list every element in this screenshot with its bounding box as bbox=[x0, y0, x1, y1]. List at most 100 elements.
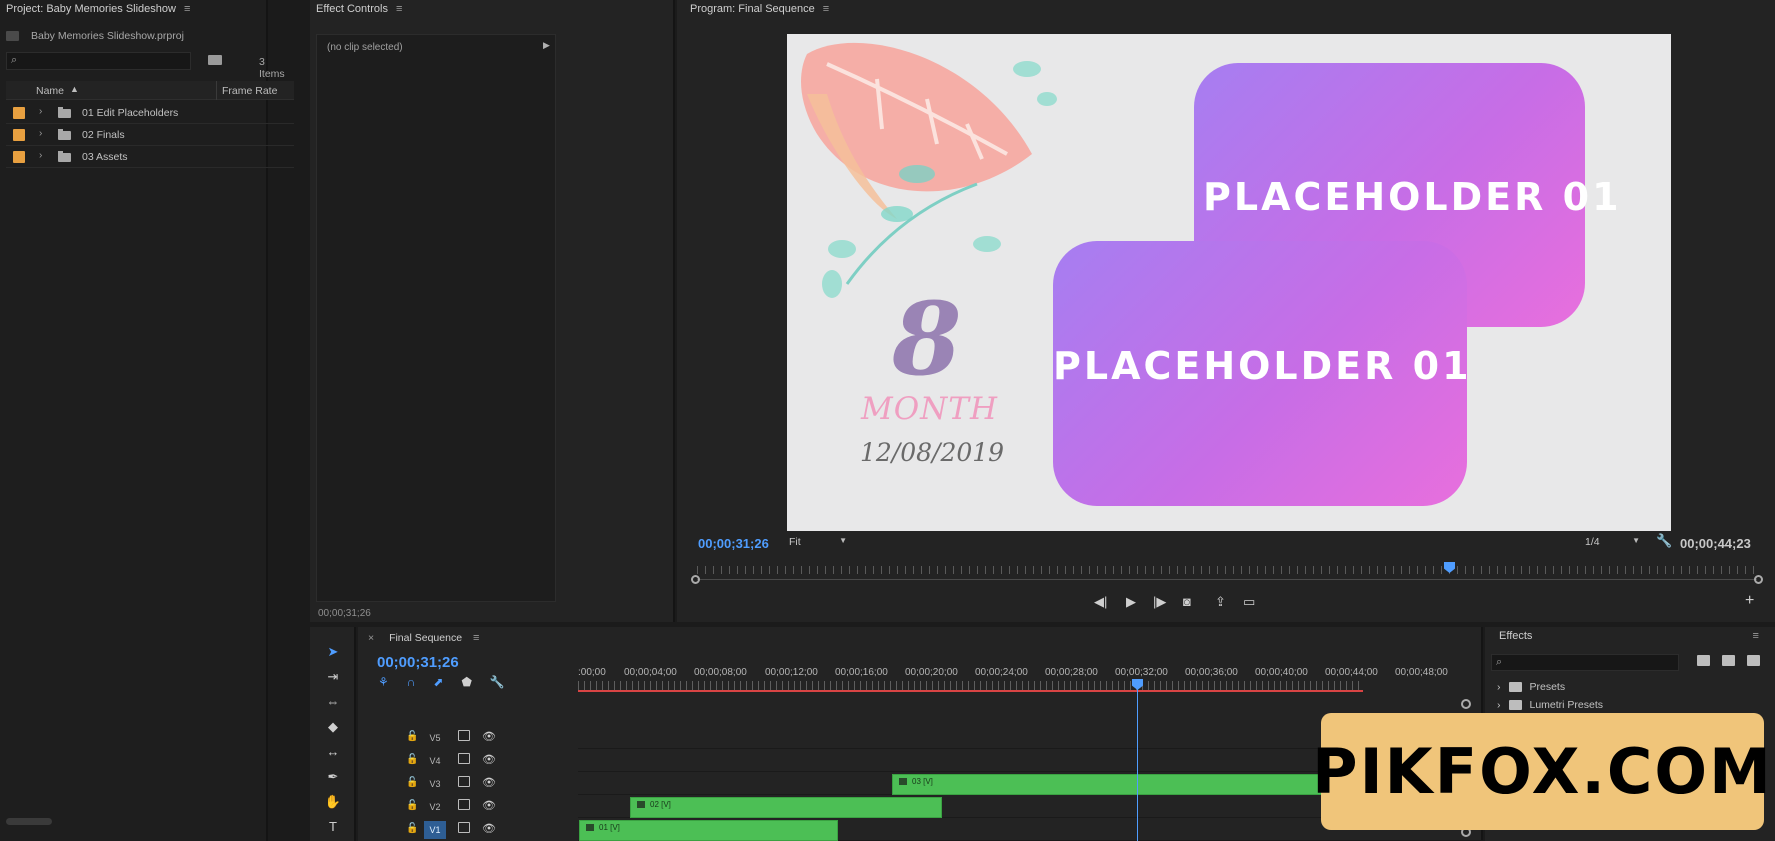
playback-resolution-select[interactable]: 1/4 ▼ bbox=[1585, 536, 1640, 548]
hamburger-menu-icon[interactable]: ≡ bbox=[823, 3, 829, 15]
column-frame-rate[interactable]: Frame Rate bbox=[222, 85, 277, 97]
chevron-right-icon[interactable]: › bbox=[39, 106, 42, 117]
close-icon[interactable]: × bbox=[368, 632, 374, 644]
eye-icon[interactable]: 👁 bbox=[482, 822, 496, 835]
sequence-tools: ⚘ ∩ ⬈ ⬟ 🔧 bbox=[378, 675, 505, 689]
chevron-right-icon[interactable]: › bbox=[39, 128, 42, 139]
timeline-settings-wrench-icon[interactable]: 🔧 bbox=[490, 675, 505, 689]
horizontal-scrollbar[interactable] bbox=[6, 818, 52, 825]
track-name[interactable]: V2 bbox=[424, 798, 446, 816]
chevron-right-icon[interactable]: › bbox=[1497, 681, 1501, 693]
lock-icon[interactable]: 🔓 bbox=[406, 731, 418, 742]
lock-icon[interactable]: 🔓 bbox=[406, 823, 418, 834]
add-marker-icon[interactable]: ⬟ bbox=[461, 675, 471, 689]
timeline-clip[interactable]: 02 [V] bbox=[630, 797, 942, 818]
lock-icon[interactable]: 🔓 bbox=[406, 754, 418, 765]
project-file-icon bbox=[6, 31, 19, 41]
eye-icon[interactable]: 👁 bbox=[482, 799, 496, 812]
bin-row[interactable]: › 03 Assets bbox=[6, 146, 294, 168]
effects-item[interactable]: › Lumetri Presets bbox=[1497, 699, 1603, 711]
zoom-fit-select[interactable]: Fit ▼ bbox=[789, 536, 847, 548]
slip-tool-icon[interactable]: ↔ bbox=[324, 743, 342, 761]
column-name[interactable]: Name bbox=[36, 85, 64, 97]
effects-item[interactable]: › Presets bbox=[1497, 681, 1565, 693]
effect-controls-header[interactable]: Effect Controls ≡ bbox=[310, 0, 673, 18]
new-bin-icon[interactable] bbox=[208, 55, 222, 65]
eye-icon[interactable]: 👁 bbox=[482, 753, 496, 766]
vertical-zoom-handle[interactable] bbox=[1461, 699, 1471, 709]
track-name[interactable]: V5 bbox=[424, 729, 446, 747]
accelerated-effects-icon[interactable] bbox=[1697, 655, 1710, 666]
snap-magnet-icon[interactable]: ∩ bbox=[407, 675, 416, 689]
render-bar bbox=[578, 690, 1363, 692]
track-name[interactable]: V4 bbox=[424, 752, 446, 770]
track-name[interactable]: V3 bbox=[424, 775, 446, 793]
pen-tool-icon[interactable]: ✒ bbox=[324, 768, 342, 786]
effect-controls-timecode: 00;00;31;26 bbox=[318, 608, 371, 619]
sync-lock-icon[interactable] bbox=[458, 776, 470, 787]
program-monitor-header[interactable]: Program: Final Sequence ≡ bbox=[677, 0, 1775, 18]
zoom-handle-right[interactable] bbox=[1754, 575, 1763, 584]
hamburger-menu-icon[interactable]: ≡ bbox=[184, 3, 190, 15]
hand-tool-icon[interactable]: ✋ bbox=[324, 793, 342, 811]
sync-lock-icon[interactable] bbox=[458, 822, 470, 833]
ripple-edit-tool-icon[interactable]: ⇔ bbox=[324, 693, 342, 711]
bin-row[interactable]: › 01 Edit Placeholders bbox=[6, 102, 294, 124]
hamburger-menu-icon[interactable]: ≡ bbox=[473, 632, 479, 644]
razor-tool-icon[interactable]: ◆ bbox=[324, 718, 342, 736]
program-video-frame[interactable]: PLACEHOLDER 01 PLACEHOLDER 01 8 MONTH 12… bbox=[787, 34, 1671, 531]
timeline-time-ruler[interactable] bbox=[578, 681, 1363, 690]
selection-tool-icon[interactable]: ➤ bbox=[324, 643, 342, 661]
nest-toggle-icon[interactable]: ⚘ bbox=[378, 675, 389, 689]
timeline-playhead-line[interactable] bbox=[1137, 682, 1138, 841]
project-search-input[interactable]: ⌕ bbox=[6, 52, 191, 70]
sequence-timecode[interactable]: 00;00;31;26 bbox=[377, 654, 459, 671]
zoom-scrollbar[interactable] bbox=[697, 579, 1757, 580]
yuv-effects-icon[interactable] bbox=[1747, 655, 1760, 666]
effects-panel-header[interactable]: Effects ≡ bbox=[1485, 627, 1775, 645]
track-select-tool-icon[interactable]: ⇥ bbox=[324, 668, 342, 686]
export-frame-camera-icon[interactable]: ◙ bbox=[1183, 594, 1191, 609]
button-editor-icon[interactable]: ⇪ bbox=[1215, 594, 1226, 610]
chevron-right-icon[interactable]: › bbox=[1497, 699, 1501, 711]
eye-icon[interactable]: 👁 bbox=[482, 730, 496, 743]
effect-controls-panel: Effect Controls ≡ (no clip selected) ▶ 0… bbox=[310, 0, 675, 622]
column-separator[interactable] bbox=[216, 81, 217, 100]
sync-lock-icon[interactable] bbox=[458, 730, 470, 741]
hamburger-menu-icon[interactable]: ≡ bbox=[396, 3, 402, 15]
track-header-v1: 🔓 V1 👁 bbox=[358, 819, 578, 841]
sync-lock-icon[interactable] bbox=[458, 799, 470, 810]
eye-icon[interactable]: 👁 bbox=[482, 776, 496, 789]
lock-icon[interactable]: 🔓 bbox=[406, 800, 418, 811]
program-time-ruler[interactable] bbox=[697, 566, 1757, 574]
chevron-right-icon[interactable]: › bbox=[39, 150, 42, 161]
clip-name: 02 [V] bbox=[650, 800, 671, 809]
step-forward-icon[interactable]: |▶ bbox=[1153, 594, 1166, 610]
type-tool-icon[interactable]: T bbox=[324, 818, 342, 836]
hamburger-menu-icon[interactable]: ≡ bbox=[1752, 630, 1758, 642]
add-button-icon[interactable]: + bbox=[1745, 592, 1754, 610]
play-arrow-icon[interactable]: ▶ bbox=[543, 40, 550, 51]
effects-search-input[interactable]: ⌕ bbox=[1491, 654, 1679, 671]
track-header-v3: 🔓 V3 👁 bbox=[358, 773, 578, 795]
track-name-targeted[interactable]: V1 bbox=[424, 821, 446, 839]
sync-lock-icon[interactable] bbox=[458, 753, 470, 764]
sort-ascending-icon[interactable]: ▲ bbox=[70, 84, 79, 94]
lock-icon[interactable]: 🔓 bbox=[406, 777, 418, 788]
timeline-clip[interactable]: 01 [V] bbox=[579, 820, 838, 841]
folder-icon bbox=[58, 107, 71, 118]
resolution-value: 1/4 bbox=[1585, 536, 1600, 548]
time-ruler-label: 00;00;44;00 bbox=[1325, 667, 1378, 678]
program-current-timecode[interactable]: 00;00;31;26 bbox=[698, 536, 769, 551]
wrench-icon[interactable]: 🔧 bbox=[1656, 533, 1672, 549]
zoom-handle-left[interactable] bbox=[691, 575, 700, 584]
safe-margins-icon[interactable]: ▭ bbox=[1243, 594, 1255, 610]
32bit-effects-icon[interactable] bbox=[1722, 655, 1735, 666]
linked-selection-icon[interactable]: ⬈ bbox=[433, 675, 443, 689]
play-icon[interactable]: ▶ bbox=[1126, 594, 1136, 610]
bin-row[interactable]: › 02 Finals bbox=[6, 124, 294, 146]
tab-final-sequence[interactable]: × Final Sequence ≡ bbox=[368, 632, 479, 644]
step-back-icon[interactable]: ◀| bbox=[1094, 594, 1107, 610]
clip-fx-icon bbox=[637, 801, 645, 809]
project-panel-header[interactable]: Project: Baby Memories Slideshow ≡ bbox=[0, 0, 266, 18]
